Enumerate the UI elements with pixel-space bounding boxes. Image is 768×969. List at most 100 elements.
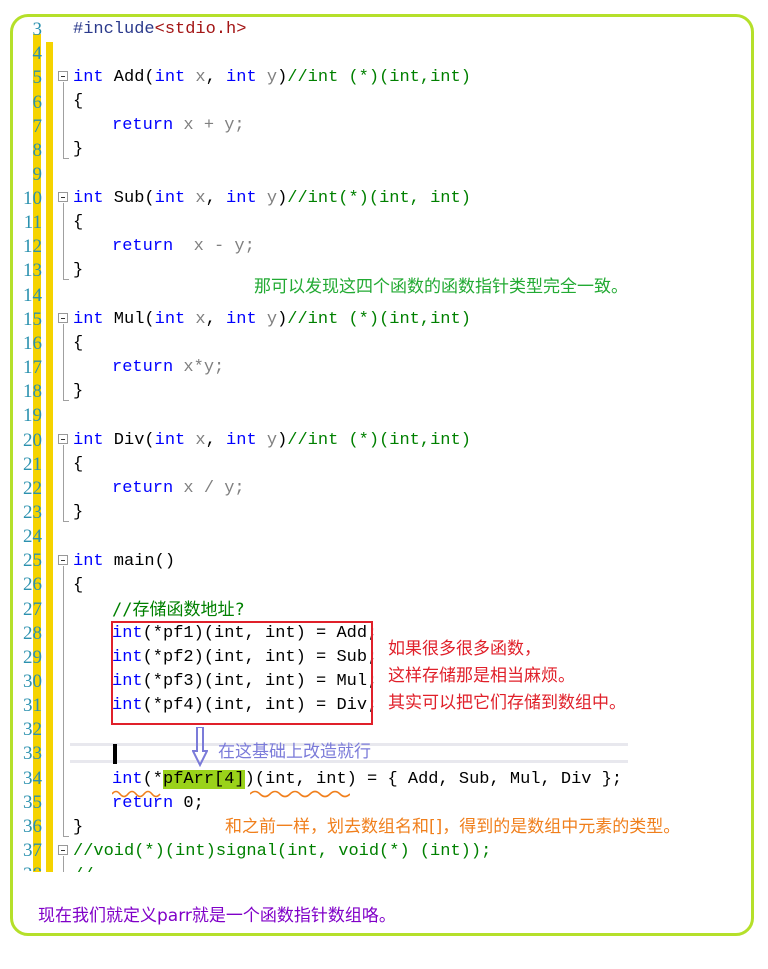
line-number: 25: [23, 550, 42, 571]
note-many-functions-1: 如果很多很多函数，: [388, 639, 541, 659]
line-number: 16: [23, 333, 42, 354]
punct: ): [277, 310, 288, 329]
keyword: return: [112, 116, 174, 135]
brace: {: [73, 334, 84, 353]
keyword: int: [226, 68, 257, 87]
fold-guide: [63, 324, 64, 400]
fold-toggle-comment[interactable]: [58, 845, 68, 855]
keyword: return: [112, 479, 174, 498]
line-number: 8: [32, 140, 43, 161]
code-line-5: int Add(int x, int y)//int (*)(int,int): [73, 66, 471, 90]
comment: //int (*)(int,int): [287, 310, 471, 329]
code-line-20: int Div(int x, int y)//int (*)(int,int): [73, 429, 471, 453]
keyword: int: [112, 770, 143, 789]
code-line-12: return x - y;: [112, 235, 255, 259]
include-path: <stdio.h>: [154, 20, 247, 39]
text-caret: [113, 744, 117, 764]
code-line-25: int main(): [73, 550, 175, 574]
expression: x + y;: [173, 116, 245, 135]
keyword: int: [154, 189, 186, 208]
line-number: 27: [23, 599, 42, 620]
fold-toggle-sub[interactable]: [58, 192, 68, 202]
code-line-34: int(*pfArr[4])(int, int) = { Add, Sub, M…: [112, 768, 622, 792]
punct: (*: [142, 770, 164, 789]
keyword: int: [154, 68, 186, 87]
keyword: int: [73, 68, 104, 87]
code-line-15: int Mul(int x, int y)//int (*)(int,int): [73, 308, 471, 332]
highlighted-array-name: pfArr[4]: [163, 770, 245, 789]
code-line-10: int Sub(int x, int y)//int(*)(int, int): [73, 187, 471, 211]
fold-guide-end: [63, 521, 69, 522]
comment: //int (*)(int,int): [287, 431, 471, 450]
punct: ): [277, 189, 288, 208]
fold-toggle-add[interactable]: [58, 71, 68, 81]
note-remove-name: 和之前一样，划去数组名和[]，得到的是数组中元素的类型。: [225, 817, 681, 837]
line-number: 26: [23, 574, 42, 595]
line-number: 32: [23, 719, 42, 740]
punct: ,: [205, 431, 227, 450]
code-line-26: {: [73, 574, 83, 598]
code-line-7: return x + y;: [112, 114, 245, 138]
line-number: 35: [23, 792, 42, 813]
editor-cutoff: [14, 872, 749, 892]
line-number: 33: [23, 743, 42, 764]
line-number: 24: [23, 526, 42, 547]
change-gutter-bar: [46, 42, 53, 872]
code-line-18: }: [73, 380, 83, 404]
punct: ): [277, 68, 288, 87]
function-name: Sub(: [103, 189, 155, 208]
fold-guide-end: [63, 400, 69, 401]
comment: //int(*)(int, int): [287, 189, 471, 208]
line-number: 11: [23, 212, 42, 233]
fold-guide-end: [63, 158, 69, 159]
line-number: 19: [23, 405, 42, 426]
line-number: 38: [12, 863, 42, 871]
code-line-16: {: [73, 332, 83, 356]
punct: ,: [205, 310, 227, 329]
param: y: [256, 189, 278, 208]
keyword: int: [73, 552, 104, 571]
param: x: [185, 189, 206, 208]
note-many-functions-3: 其实可以把它们存储到数组中。: [388, 693, 626, 713]
line-number: 22: [23, 478, 42, 499]
note-modify-base: 在这基础上改造就行: [218, 742, 371, 762]
punct: ,: [205, 189, 227, 208]
code-line-8: }: [73, 138, 83, 162]
line-number: 23: [23, 502, 42, 523]
line-number: 7: [32, 116, 43, 137]
keyword: int: [226, 310, 257, 329]
line-number: 30: [23, 671, 42, 692]
line-number: 36: [23, 816, 42, 837]
note-same-type: 那可以发现这四个函数的函数指针类型完全一致。: [254, 277, 628, 297]
fold-guide: [63, 82, 64, 158]
line-number: 5: [32, 67, 43, 88]
line-number: 4: [32, 43, 43, 64]
param: x: [185, 68, 206, 87]
line-number: 21: [23, 454, 42, 475]
declaration: )(int, int) = { Add, Sub, Mul, Div };: [244, 770, 623, 789]
code-line-17: return x*y;: [112, 356, 224, 380]
line-number: 15: [23, 309, 42, 330]
brace: }: [73, 382, 84, 401]
fold-guide-end: [63, 279, 69, 280]
fold-guide: [63, 445, 64, 521]
line-number: 6: [32, 92, 43, 113]
function-name: Mul(: [103, 310, 155, 329]
comment: //存储函数地址?: [112, 600, 245, 620]
fold-toggle-mul[interactable]: [58, 313, 68, 323]
code-line-38: //: [73, 864, 93, 872]
param: x: [185, 431, 206, 450]
brace: }: [73, 140, 84, 159]
comment: //int (*)(int,int): [287, 68, 471, 87]
keyword: return: [112, 358, 174, 377]
fold-toggle-main[interactable]: [58, 555, 68, 565]
line-number: 37: [23, 840, 42, 861]
keyword: int: [73, 189, 104, 208]
line-number: 20: [23, 430, 42, 451]
keyword: int: [226, 431, 257, 450]
punct: ): [277, 431, 288, 450]
line-number: 17: [23, 357, 42, 378]
fold-toggle-div[interactable]: [58, 434, 68, 444]
param: y: [256, 431, 278, 450]
squiggle-underline-int: [112, 790, 161, 798]
